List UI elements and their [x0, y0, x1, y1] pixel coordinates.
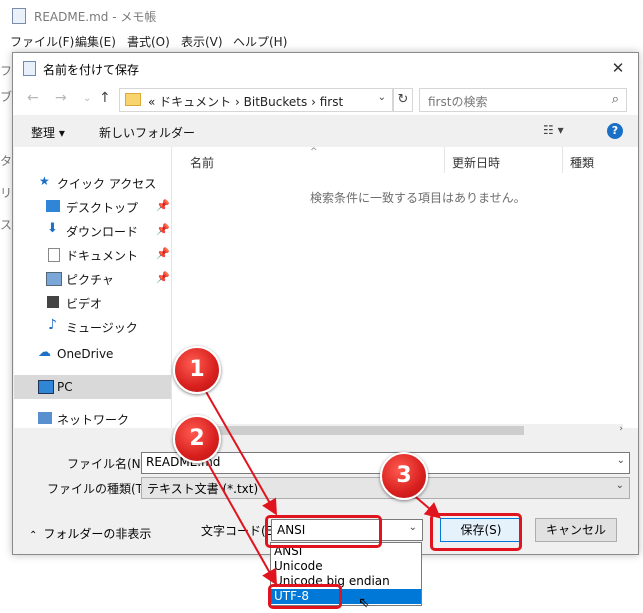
callout-1: 1 — [173, 346, 221, 394]
callout-3: 3 — [380, 452, 428, 500]
callout-2: 2 — [173, 415, 221, 463]
annotation-arrows — [204, 389, 442, 586]
arrow-2 — [204, 457, 277, 586]
mouse-cursor-icon: ⇖ — [358, 595, 370, 611]
